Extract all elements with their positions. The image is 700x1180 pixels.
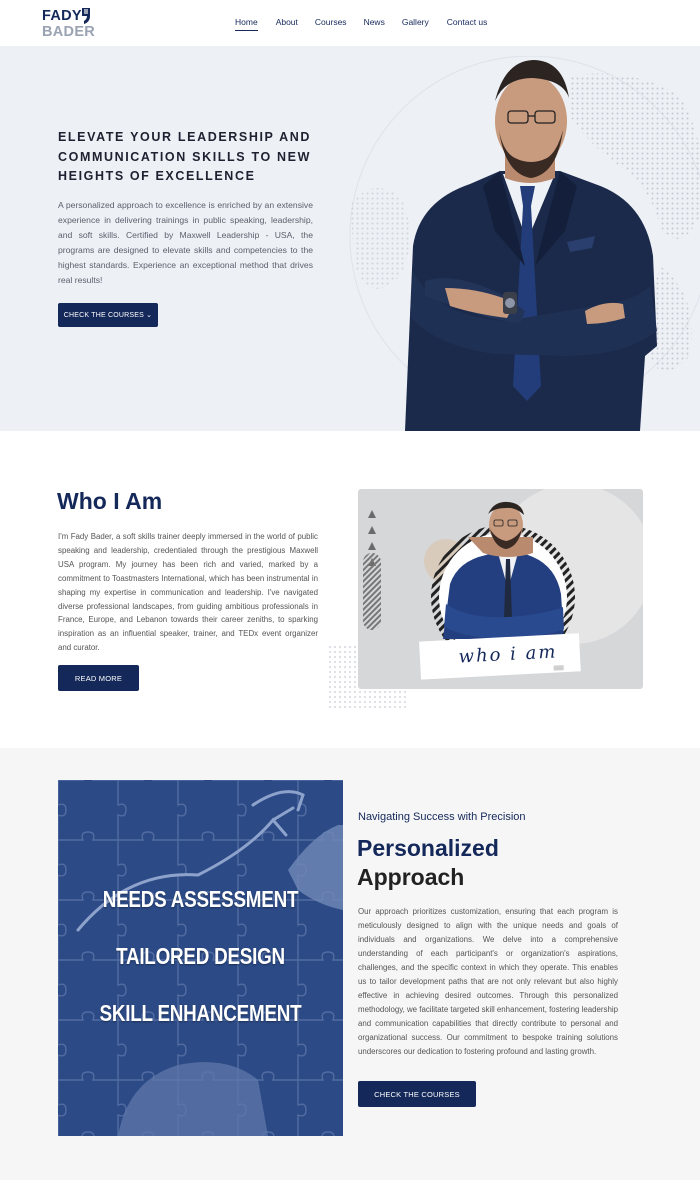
hero-title: ELEVATE YOUR LEADERSHIP AND COMMUNICATIO… (58, 130, 311, 183)
approach-subtitle: Navigating Success with Precision (358, 811, 526, 823)
main-nav: Home About Courses News Gallery Contact … (235, 17, 487, 31)
nav-home[interactable]: Home (235, 17, 258, 31)
site-header: FADY BADER Home About Courses News Galle… (0, 0, 700, 46)
nav-news[interactable]: News (364, 17, 385, 31)
puzzle-image: NEEDS ASSESSMENT TAILORED DESIGN SKILL E… (58, 780, 343, 1136)
brand-logo[interactable]: FADY BADER (42, 8, 95, 40)
check-courses-button[interactable]: CHECK THE COURSES ⌄ (58, 303, 158, 327)
hero-description: A personalized approach to excellence is… (58, 200, 313, 285)
approach-title-line1: Personalized (357, 835, 499, 861)
logo-mark-icon (82, 8, 90, 24)
who-description: I'm Fady Bader, a soft skills trainer de… (58, 532, 318, 653)
hero-portrait-image (405, 60, 657, 431)
puzzle-word-1: NEEDS ASSESSMENT (102, 886, 299, 912)
puzzle-word-2: TAILORED DESIGN (116, 943, 285, 969)
approach-description: Our approach prioritizes customization, … (358, 907, 618, 1056)
who-i-am-card: who i am (358, 489, 643, 689)
nav-about[interactable]: About (276, 17, 298, 31)
read-more-button[interactable]: READ MORE (58, 665, 139, 691)
nav-contact[interactable]: Contact us (447, 17, 488, 31)
who-title: Who I Am (57, 488, 163, 514)
nav-gallery[interactable]: Gallery (402, 17, 429, 31)
check-courses-button-2[interactable]: CHECK THE COURSES (358, 1081, 476, 1107)
puzzle-word-3: SKILL ENHANCEMENT (99, 1000, 302, 1026)
approach-title-line2: Approach (357, 864, 465, 890)
hero-section: ELEVATE YOUR LEADERSHIP AND COMMUNICATIO… (0, 46, 700, 431)
nav-courses[interactable]: Courses (315, 17, 347, 31)
